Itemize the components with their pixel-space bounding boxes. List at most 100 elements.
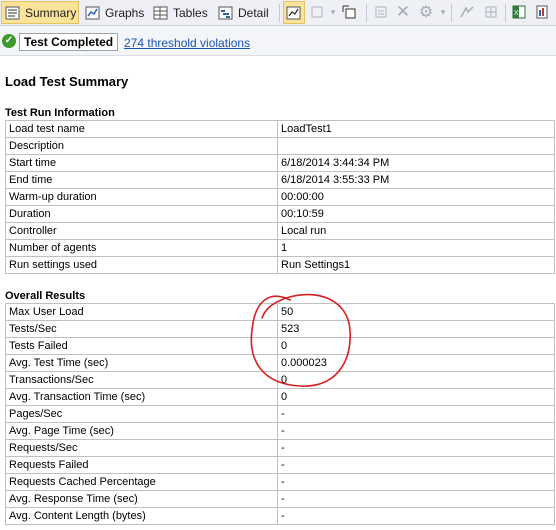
- page-title: Load Test Summary: [5, 74, 129, 89]
- row-value: 00:10:59: [277, 205, 555, 223]
- row-label: Pages/Sec: [5, 405, 278, 423]
- row-value: 523: [277, 320, 555, 338]
- tab-graphs[interactable]: Graphs: [82, 1, 146, 24]
- row-label: Duration: [5, 205, 278, 223]
- table-row: Load test name LoadTest1: [5, 120, 555, 138]
- row-label: Tests Failed: [5, 337, 278, 355]
- layout-icon[interactable]: [340, 3, 358, 21]
- row-label: Avg. Test Time (sec): [5, 354, 278, 372]
- table-row: Avg. Transaction Time (sec) 0: [5, 388, 555, 406]
- table-row: Requests Failed -: [5, 456, 555, 474]
- separator: [451, 4, 452, 22]
- row-value: 0: [277, 388, 555, 406]
- grid-icon[interactable]: [482, 3, 500, 21]
- table-row: Tests/Sec 523: [5, 320, 555, 338]
- row-value: 6/18/2014 3:44:34 PM: [277, 154, 555, 172]
- tables-icon: [153, 6, 169, 20]
- table-row: Max User Load 50: [5, 303, 555, 321]
- separator: [505, 4, 506, 22]
- table-row: Requests Cached Percentage -: [5, 473, 555, 491]
- row-label: Requests Cached Percentage: [5, 473, 278, 491]
- row-label: Max User Load: [5, 303, 278, 321]
- separator: [279, 4, 280, 22]
- tab-tables[interactable]: Tables: [150, 1, 212, 24]
- table-row: Avg. Response Time (sec) -: [5, 490, 555, 508]
- section-heading-overall: Overall Results: [5, 290, 86, 302]
- table-row: End time 6/18/2014 3:55:33 PM: [5, 171, 555, 189]
- row-value: [277, 137, 555, 155]
- table-row: Avg. Test Time (sec) 0.000023: [5, 354, 555, 372]
- row-value: 00:00:00: [277, 188, 555, 206]
- threshold-violations-link[interactable]: 274 threshold violations: [124, 36, 250, 50]
- section-heading-run-info: Test Run Information: [5, 107, 115, 119]
- row-label: Controller: [5, 222, 278, 240]
- transform-icon[interactable]: [458, 3, 476, 21]
- row-value: 0: [277, 371, 555, 389]
- row-value: -: [277, 439, 555, 457]
- check-circle-icon: ✓: [2, 34, 16, 48]
- row-value: -: [277, 507, 555, 525]
- dropdown-arrow-icon[interactable]: ▾: [434, 3, 452, 21]
- table-row: Pages/Sec -: [5, 405, 555, 423]
- row-label: Avg. Content Length (bytes): [5, 507, 278, 525]
- document-icon[interactable]: [372, 3, 390, 21]
- row-label: Number of agents: [5, 239, 278, 257]
- row-value: -: [277, 473, 555, 491]
- row-value: 0: [277, 337, 555, 355]
- table-row: Duration 00:10:59: [5, 205, 555, 223]
- detail-icon: [218, 6, 234, 20]
- summary-icon: [5, 6, 21, 20]
- row-value: -: [277, 405, 555, 423]
- table-row: Avg. Content Length (bytes) -: [5, 507, 555, 525]
- row-value: Local run: [277, 222, 555, 240]
- table-row: Warm-up duration 00:00:00: [5, 188, 555, 206]
- table-row: Number of agents 1: [5, 239, 555, 257]
- row-label: Run settings used: [5, 256, 278, 274]
- tab-label: Summary: [25, 5, 77, 20]
- row-label: Start time: [5, 154, 278, 172]
- delete-icon[interactable]: ✕: [394, 2, 412, 21]
- overall-results-table: Max User Load 50 Tests/Sec 523 Tests Failed 0…: [5, 303, 555, 525]
- table-row: Controller Local run: [5, 222, 555, 240]
- row-label: Avg. Page Time (sec): [5, 422, 278, 440]
- row-label: Warm-up duration: [5, 188, 278, 206]
- row-value: -: [277, 422, 555, 440]
- row-value: Run Settings1: [277, 256, 555, 274]
- graphs-icon: [85, 6, 101, 20]
- table-row: Description: [5, 137, 555, 155]
- table-row: Tests Failed 0: [5, 337, 555, 355]
- row-label: End time: [5, 171, 278, 189]
- row-label: Requests Failed: [5, 456, 278, 474]
- report-icon[interactable]: [534, 3, 552, 21]
- row-value: -: [277, 456, 555, 474]
- row-value: 0.000023: [277, 354, 555, 372]
- row-label: Tests/Sec: [5, 320, 278, 338]
- table-row: Start time 6/18/2014 3:44:34 PM: [5, 154, 555, 172]
- run-info-table: Load test name LoadTest1 Description Start …: [5, 120, 555, 274]
- tab-summary[interactable]: Summary: [1, 1, 79, 24]
- status-bar: ✓ Test Completed 274 threshold violation…: [0, 26, 556, 56]
- row-label: Requests/Sec: [5, 439, 278, 457]
- row-label: Description: [5, 137, 278, 155]
- tab-label: Detail: [238, 5, 269, 20]
- row-value: 50: [277, 303, 555, 321]
- table-row: Requests/Sec -: [5, 439, 555, 457]
- separator: [366, 4, 367, 22]
- row-value: 6/18/2014 3:55:33 PM: [277, 171, 555, 189]
- row-value: 1: [277, 239, 555, 257]
- row-value: -: [277, 490, 555, 508]
- row-label: Transactions/Sec: [5, 371, 278, 389]
- test-status: Test Completed: [19, 33, 119, 51]
- chart-view-icon[interactable]: [283, 1, 305, 24]
- table-row: Avg. Page Time (sec) -: [5, 422, 555, 440]
- row-label: Avg. Transaction Time (sec): [5, 388, 278, 406]
- table-row: Run settings used Run Settings1: [5, 256, 555, 274]
- tab-detail[interactable]: Detail: [215, 1, 273, 24]
- gear-icon[interactable]: ⚙: [417, 3, 435, 21]
- row-value: LoadTest1: [277, 120, 555, 138]
- export-excel-icon[interactable]: X: [511, 3, 529, 21]
- tab-label: Graphs: [105, 5, 145, 20]
- tab-label: Tables: [173, 5, 208, 20]
- table-row: Transactions/Sec 0: [5, 371, 555, 389]
- row-label: Load test name: [5, 120, 278, 138]
